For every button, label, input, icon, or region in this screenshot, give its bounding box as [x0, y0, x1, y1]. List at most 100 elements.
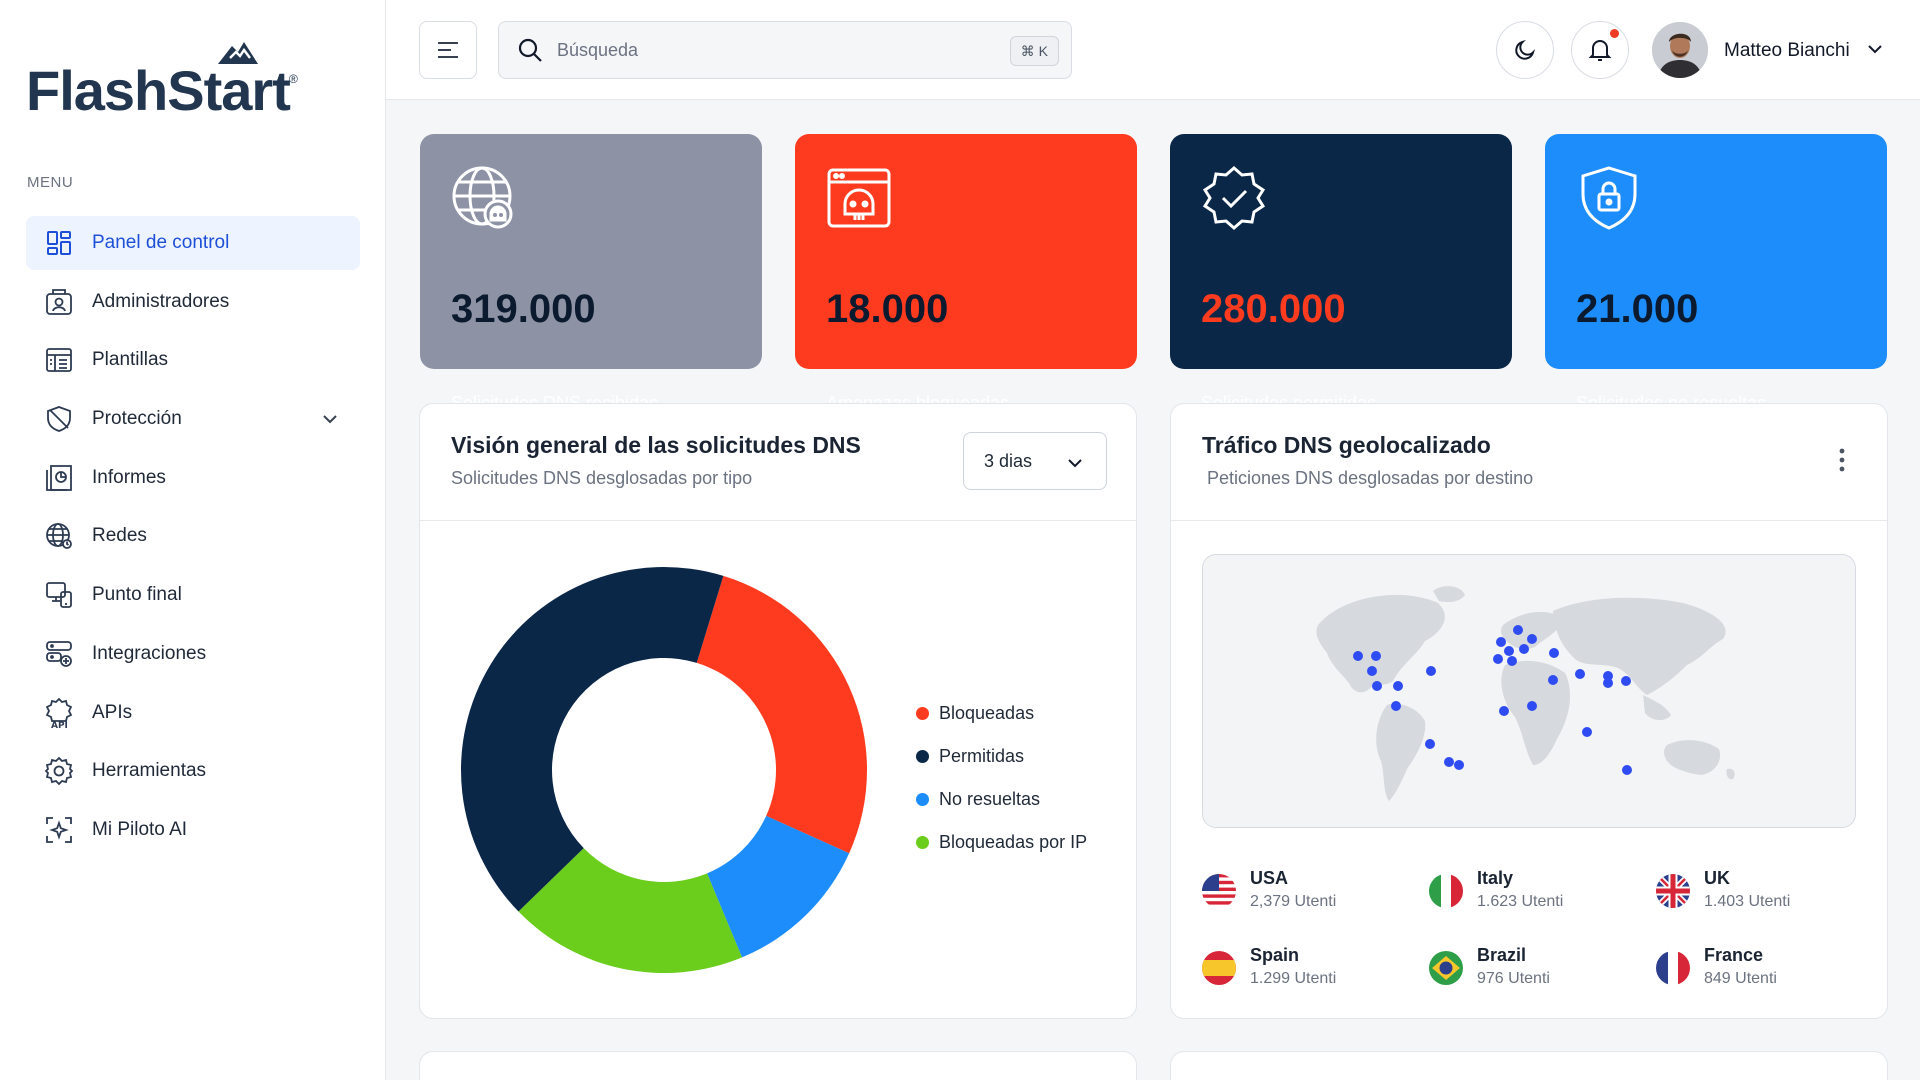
legend-item[interactable]: Bloqueadas por IP: [916, 821, 1087, 864]
legend-item[interactable]: Permitidas: [916, 735, 1087, 778]
world-map[interactable]: [1202, 554, 1856, 828]
bottom-panel-left: [419, 1051, 1137, 1080]
hamburger-icon: [438, 42, 458, 58]
sidebar-item-label: Herramientas: [92, 760, 207, 782]
country-item[interactable]: France 849 Utenti: [1656, 941, 1876, 1001]
stat-value: 18.000: [826, 287, 949, 331]
notifications-button[interactable]: [1571, 21, 1629, 79]
country-item[interactable]: Italy 1.623 Utenti: [1429, 864, 1649, 924]
stat-card-dns-received[interactable]: Solicitudes DNS recibidas 319.000: [420, 134, 762, 413]
sidebar-item-herramientas[interactable]: Herramientas: [26, 744, 360, 798]
sidebar-item-redes[interactable]: Redes: [26, 509, 360, 563]
more-options-icon[interactable]: [1839, 448, 1845, 472]
fr-flag-icon: [1656, 951, 1690, 985]
it-flag-icon: [1429, 874, 1463, 908]
date-range-value: 3 dias: [984, 450, 1033, 471]
dns-overview-panel: Visión general de las solicitudes DNS So…: [419, 403, 1137, 1019]
uk-flag-icon: [1656, 874, 1690, 908]
country-item[interactable]: UK 1.403 Utenti: [1656, 864, 1876, 924]
sidebar-item-proteccion[interactable]: Protección: [26, 392, 360, 446]
globe-icon: [42, 519, 76, 553]
legend-label: Bloqueadas por IP: [939, 832, 1088, 852]
avatar[interactable]: [1652, 22, 1708, 78]
flashstart-logo[interactable]: FlashStart ®: [26, 38, 306, 122]
country-name: UK: [1704, 868, 1730, 888]
template-icon: [42, 343, 76, 377]
integration-icon: [42, 637, 76, 671]
legend-label: Bloqueadas: [939, 703, 1035, 723]
stat-card-requests-allowed[interactable]: Solicitudes permitidas 280.000: [1170, 134, 1512, 413]
country-item[interactable]: USA 2,379 Utenti: [1202, 864, 1422, 924]
country-users: 1.623 Utenti: [1477, 893, 1564, 910]
stat-value: 280.000: [1201, 287, 1346, 331]
sidebar-item-label: Plantillas: [92, 349, 169, 371]
country-users: 1.403 Utenti: [1704, 893, 1791, 910]
browser-skull-icon: [825, 164, 893, 237]
sidebar-item-administradores[interactable]: Administradores: [26, 275, 360, 329]
stat-value: 21.000: [1576, 287, 1699, 331]
search-icon: [518, 38, 542, 62]
donut-slice-bloqueadas[interactable]: [696, 575, 867, 854]
legend-label: No resueltas: [939, 789, 1041, 809]
sidebar-item-label: Informes: [92, 466, 166, 488]
es-flag-icon: [1202, 951, 1236, 985]
verified-badge-icon: [1200, 164, 1268, 237]
sidebar-item-label: Protección: [92, 408, 182, 430]
sidebar-item-label: Integraciones: [92, 642, 207, 664]
gear-icon: [42, 754, 76, 788]
dark-mode-toggle[interactable]: [1496, 21, 1554, 79]
country-users: 1.299 Utenti: [1250, 970, 1337, 987]
menu-title: MENU: [27, 174, 74, 191]
sidebar-item-panel-de-control[interactable]: Panel de control: [26, 216, 360, 270]
geo-traffic-panel: Tráfico DNS geolocalizado Peticiones DNS…: [1170, 403, 1888, 1019]
search-input[interactable]: [557, 39, 997, 61]
admin-icon: [42, 285, 76, 319]
legend-item[interactable]: Bloqueadas: [916, 692, 1087, 735]
legend-swatch: [916, 750, 929, 763]
stat-value: 319.000: [451, 287, 596, 331]
globe-skull-icon: [450, 164, 518, 237]
logo-registered-mark: ®: [289, 72, 298, 86]
svg-text:API: API: [51, 721, 68, 729]
sidebar-item-plantillas[interactable]: Plantillas: [26, 333, 360, 387]
chevron-down-icon[interactable]: [1866, 40, 1884, 58]
endpoint-icon: [42, 578, 76, 612]
us-flag-icon: [1202, 874, 1236, 908]
sidebar-item-mi-piloto-ai[interactable]: Mi Piloto AI: [26, 803, 360, 857]
menu-toggle-button[interactable]: [419, 21, 477, 79]
country-name: Spain: [1250, 945, 1300, 965]
search-bar[interactable]: ⌘ K: [498, 21, 1072, 79]
user-photo: [1652, 22, 1708, 78]
sidebar-nav: Panel de control Administradores Plantil…: [26, 216, 360, 862]
sidebar-item-label: Punto final: [92, 584, 182, 606]
country-users: 976 Utenti: [1477, 970, 1550, 987]
panel-divider: [1171, 520, 1887, 521]
user-name[interactable]: Matteo Bianchi: [1724, 40, 1850, 62]
legend-swatch: [916, 836, 929, 849]
bottom-panel-right: [1170, 1051, 1888, 1080]
sidebar-item-apis[interactable]: API APIs: [26, 686, 360, 740]
date-range-select[interactable]: 3 dias: [963, 432, 1107, 490]
shield-icon: [42, 402, 76, 436]
stat-card-unresolved[interactable]: Solicitudes no resueltas 21.000: [1545, 134, 1887, 413]
stat-card-threats-blocked[interactable]: Amenazas bloqueadas 18.000: [795, 134, 1137, 413]
panel-title: Visión general de las solicitudes DNS: [451, 432, 861, 458]
sidebar-item-informes[interactable]: Informes: [26, 451, 360, 505]
country-item[interactable]: Spain 1.299 Utenti: [1202, 941, 1422, 1001]
panel-subtitle: Solicitudes DNS desglosadas por tipo: [451, 468, 753, 488]
legend-swatch: [916, 793, 929, 806]
country-name: USA: [1250, 868, 1289, 888]
api-icon: API: [42, 696, 76, 730]
search-shortcut-badge: ⌘ K: [1009, 36, 1059, 66]
donut-chart: [461, 567, 867, 973]
sidebar-item-punto-final[interactable]: Punto final: [26, 568, 360, 622]
sidebar: FlashStart ® MENU Panel de control Admin…: [0, 0, 386, 1080]
sidebar-item-label: Mi Piloto AI: [92, 818, 188, 840]
legend-item[interactable]: No resueltas: [916, 778, 1087, 821]
sidebar-item-label: APIs: [92, 701, 133, 723]
top-header: ⌘ K Matteo Bianchi: [386, 0, 1920, 100]
country-item[interactable]: Brazil 976 Utenti: [1429, 941, 1649, 1001]
country-users: 2,379 Utenti: [1250, 893, 1337, 910]
br-flag-icon: [1429, 951, 1463, 985]
sidebar-item-integraciones[interactable]: Integraciones: [26, 627, 360, 681]
